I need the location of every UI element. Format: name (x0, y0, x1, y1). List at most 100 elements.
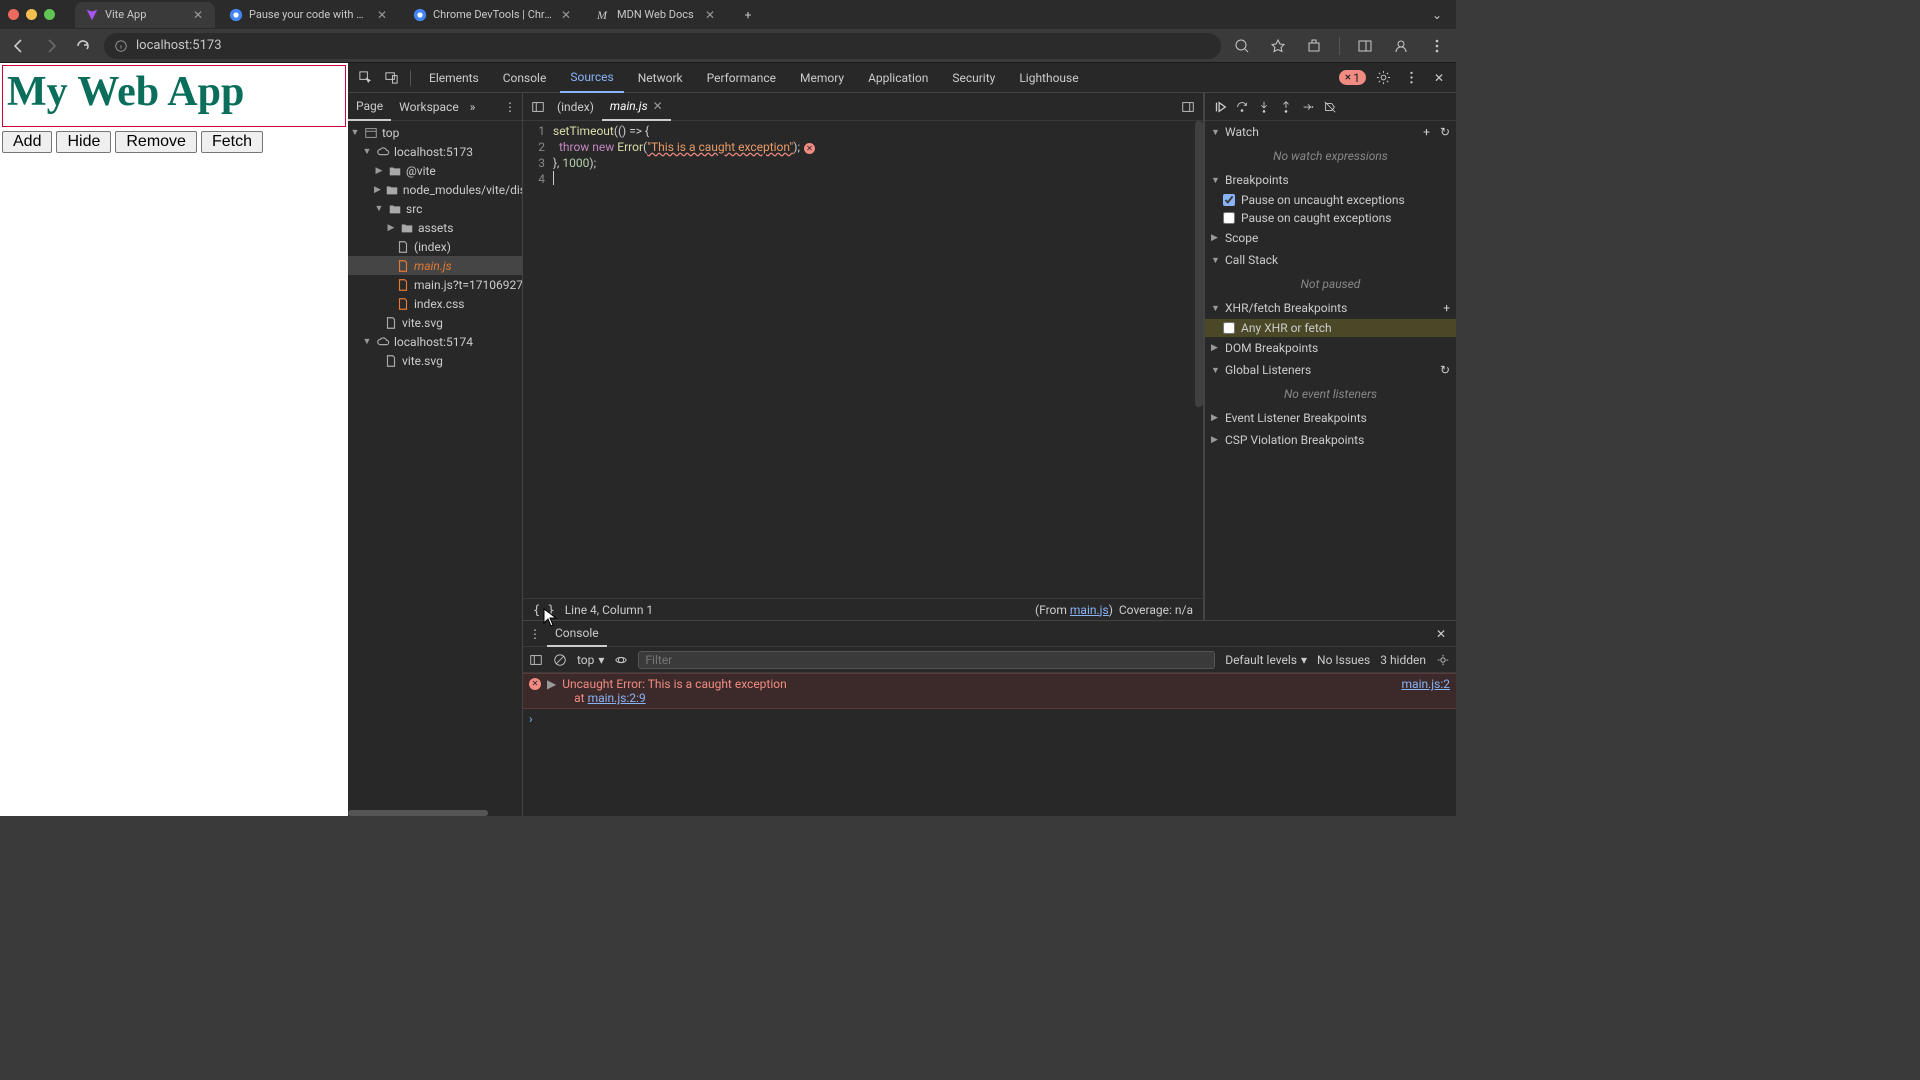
menu-icon[interactable] (1426, 35, 1448, 57)
cloud-icon (376, 335, 390, 349)
tab-memory[interactable]: Memory (790, 63, 854, 93)
tab-security[interactable]: Security (942, 63, 1005, 93)
section-title[interactable]: Call Stack (1225, 253, 1278, 267)
pause-uncaught-checkbox[interactable] (1223, 194, 1235, 206)
tab-application[interactable]: Application (858, 63, 938, 93)
hide-button[interactable]: Hide (56, 131, 111, 153)
tab-performance[interactable]: Performance (697, 63, 786, 93)
close-icon[interactable]: ✕ (191, 8, 205, 22)
checkbox-label: Pause on uncaught exceptions (1241, 193, 1405, 207)
chrome-icon (229, 8, 243, 22)
checkbox-label: Pause on caught exceptions (1241, 211, 1391, 225)
section-title[interactable]: DOM Breakpoints (1225, 341, 1318, 355)
nav-tab-workspace[interactable]: Workspace (391, 93, 467, 121)
device-icon[interactable] (380, 67, 402, 89)
new-tab-button[interactable]: + (737, 4, 759, 26)
tab-title: Chrome DevTools | Chrome (433, 8, 553, 21)
tab-sources[interactable]: Sources (560, 63, 623, 93)
step-out-icon[interactable] (1279, 100, 1293, 114)
nav-tab-page[interactable]: Page (348, 93, 391, 121)
browser-tab[interactable]: M MDN Web Docs ✕ (587, 2, 727, 28)
browser-tab[interactable]: Pause your code with breakp ✕ (219, 2, 399, 28)
log-levels-selector[interactable]: Default levels▾ (1225, 653, 1307, 667)
file-tree[interactable]: ▼top ▼localhost:5173 ▶@vite ▶node_module… (348, 121, 522, 816)
section-title[interactable]: Global Listeners (1225, 363, 1311, 377)
scrollbar-thumb[interactable] (1195, 121, 1203, 407)
stack-link[interactable]: main.js:2:9 (588, 691, 646, 705)
tab-elements[interactable]: Elements (419, 63, 489, 93)
close-icon[interactable]: ✕ (1428, 67, 1450, 89)
add-watch-icon[interactable]: + (1423, 125, 1430, 139)
window-controls[interactable] (8, 9, 55, 20)
editor-tab-main[interactable]: main.js✕ (602, 93, 671, 121)
gear-icon[interactable] (1372, 67, 1394, 89)
close-icon[interactable]: ✕ (559, 8, 573, 22)
add-xhr-icon[interactable]: + (1443, 301, 1450, 315)
refresh-icon[interactable]: ↻ (1440, 363, 1450, 377)
tab-lighthouse[interactable]: Lighthouse (1009, 63, 1088, 93)
section-title[interactable]: Breakpoints (1225, 173, 1289, 187)
section-title[interactable]: XHR/fetch Breakpoints (1225, 301, 1347, 315)
tree-label: vite.svg (402, 354, 443, 368)
overflow-icon[interactable]: » (467, 100, 479, 114)
remove-button[interactable]: Remove (115, 131, 197, 153)
pause-caught-checkbox[interactable] (1223, 212, 1235, 224)
section-title[interactable]: Scope (1225, 231, 1258, 245)
refresh-icon[interactable]: ↻ (1440, 125, 1450, 139)
reload-button[interactable] (72, 35, 94, 57)
sidepanel-icon[interactable] (1354, 35, 1376, 57)
step-into-icon[interactable] (1257, 100, 1271, 114)
console-prompt[interactable]: › (523, 709, 1456, 729)
profile-icon[interactable] (1390, 35, 1412, 57)
source-link[interactable]: main.js:2 (1402, 677, 1450, 691)
section-title[interactable]: Watch (1225, 125, 1259, 139)
error-count[interactable]: 1 (1339, 70, 1366, 85)
kebab-icon[interactable]: ⋮ (529, 627, 541, 641)
tab-console[interactable]: Console (493, 63, 557, 93)
tree-label: main.js?t=1710692729 (414, 278, 522, 292)
gutter[interactable]: 1234 (523, 121, 553, 598)
inspect-icon[interactable] (354, 67, 376, 89)
add-button[interactable]: Add (2, 131, 52, 153)
address-bar[interactable]: localhost:5173 (104, 33, 1221, 59)
any-xhr-checkbox[interactable] (1223, 322, 1235, 334)
step-over-icon[interactable] (1235, 100, 1249, 114)
bookmark-icon[interactable] (1267, 35, 1289, 57)
close-icon[interactable]: ✕ (653, 99, 663, 113)
context-selector[interactable]: top▾ (577, 653, 604, 667)
error-marker-icon[interactable]: ✕ (804, 143, 815, 154)
browser-tab[interactable]: Chrome DevTools | Chrome ✕ (403, 2, 583, 28)
tab-network[interactable]: Network (628, 63, 693, 93)
kebab-icon[interactable] (1400, 67, 1422, 89)
issues-count[interactable]: No Issues (1317, 653, 1370, 667)
section-title[interactable]: Event Listener Breakpoints (1225, 411, 1367, 425)
toggle-navigator-icon[interactable] (527, 96, 549, 118)
live-expression-icon[interactable] (614, 653, 628, 667)
chevron-down-icon[interactable]: ⌄ (1426, 8, 1448, 22)
zoom-icon[interactable] (1231, 35, 1253, 57)
code-editor[interactable]: setTimeout(() => { throw new Error("This… (553, 121, 1203, 598)
section-title[interactable]: CSP Violation Breakpoints (1225, 433, 1364, 447)
fetch-button[interactable]: Fetch (201, 131, 263, 153)
console-error-row[interactable]: ✕ ▶ Uncaught Error: This is a caught exc… (523, 673, 1456, 709)
close-icon[interactable]: ✕ (375, 8, 389, 22)
extensions-icon[interactable] (1303, 35, 1325, 57)
browser-tab-active[interactable]: Vite App ✕ (75, 2, 215, 28)
close-icon[interactable]: ✕ (703, 8, 717, 22)
toggle-debugger-icon[interactable] (1177, 96, 1199, 118)
kebab-icon[interactable]: ⋮ (498, 100, 522, 114)
tree-label: assets (418, 221, 453, 235)
close-icon[interactable]: ✕ (1432, 627, 1450, 641)
step-icon[interactable] (1301, 100, 1315, 114)
toggle-sidebar-icon[interactable] (529, 653, 543, 667)
hidden-count[interactable]: 3 hidden (1380, 653, 1426, 667)
back-button[interactable] (8, 35, 30, 57)
editor-tab-index[interactable]: (index) (549, 93, 602, 121)
filter-input[interactable] (638, 651, 1215, 669)
gear-icon[interactable] (1436, 653, 1450, 667)
deactivate-breakpoints-icon[interactable] (1323, 100, 1337, 114)
resume-icon[interactable] (1213, 100, 1227, 114)
clear-console-icon[interactable] (553, 653, 567, 667)
scrollbar-thumb[interactable] (348, 810, 488, 816)
forward-button[interactable] (40, 35, 62, 57)
